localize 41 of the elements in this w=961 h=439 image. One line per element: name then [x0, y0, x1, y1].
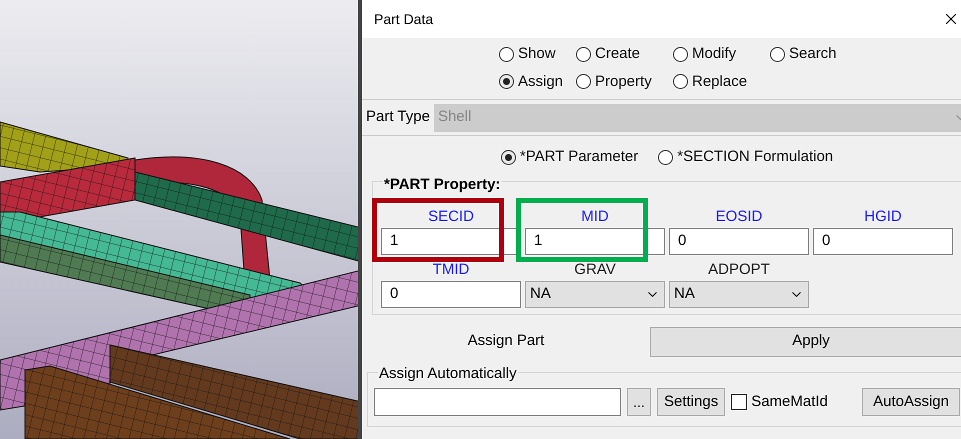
input-field[interactable]: 1 [525, 228, 665, 254]
field-label: MID [581, 206, 609, 226]
radio-button[interactable] [499, 46, 514, 62]
field-label: SECID [428, 206, 474, 226]
auto-assign-button[interactable]: AutoAssign [862, 388, 960, 416]
radio-label: Property [595, 72, 652, 92]
radio-button[interactable] [658, 150, 674, 165]
checkbox-label: SameMatId [751, 392, 828, 412]
radio-button[interactable] [500, 150, 516, 165]
radio-button[interactable] [673, 74, 688, 90]
radio-label: Show [518, 44, 556, 64]
field-label: ADPOPT [708, 260, 770, 280]
radio-button[interactable] [770, 46, 785, 62]
assign-part-label: Assign Part [466, 331, 546, 352]
radio-label: Replace [692, 72, 748, 92]
input-field[interactable]: 0 [381, 280, 521, 308]
dropdown[interactable]: NA [669, 280, 809, 308]
checkbox[interactable] [731, 394, 748, 410]
dropdown[interactable]: NA [525, 280, 665, 308]
input-field[interactable] [374, 388, 621, 416]
radio-label: Search [789, 44, 837, 64]
settings-button[interactable]: Settings [657, 388, 726, 416]
field-label: TMID [432, 260, 470, 280]
radio-label: *PART Parameter [520, 147, 638, 167]
radio-label: Modify [692, 44, 736, 64]
radio-button[interactable] [499, 74, 514, 90]
radio-button[interactable] [673, 46, 688, 62]
apply-button[interactable]: Apply [650, 326, 961, 356]
browse-button[interactable]: ... [627, 388, 651, 416]
radio-label: Assign [518, 72, 564, 92]
field-label: HGID [864, 206, 902, 226]
radio-button[interactable] [576, 46, 591, 62]
radio-label: *SECTION Formulation [677, 147, 834, 167]
input-field[interactable]: 0 [813, 228, 953, 254]
radio-button[interactable] [576, 74, 591, 90]
radio-label: Create [595, 44, 640, 64]
window-title: Part Data [374, 10, 434, 28]
field-label: GRAV [574, 260, 616, 280]
field-label: Part Type [366, 107, 430, 128]
field-label: EOSID [716, 206, 762, 226]
input-field[interactable]: 0 [669, 228, 809, 254]
